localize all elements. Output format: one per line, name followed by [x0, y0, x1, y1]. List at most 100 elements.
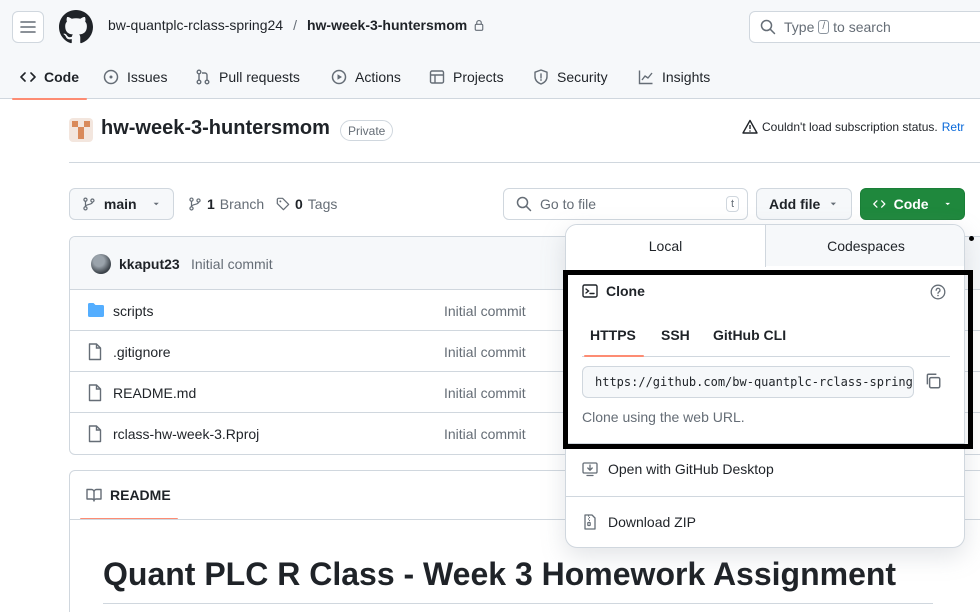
branch-name: main: [103, 196, 137, 212]
code-button[interactable]: Code: [860, 188, 965, 220]
tab-insights[interactable]: Insights: [638, 54, 710, 99]
breadcrumb-owner-link[interactable]: bw-quantplc-rclass-spring24: [108, 17, 283, 33]
book-icon: [86, 488, 102, 502]
clone-url-input[interactable]: https://github.com/bw-quantplc-rclass-sp…: [582, 366, 914, 398]
lock-icon: [473, 19, 485, 31]
desktop-download-icon: [582, 462, 598, 477]
tab-code-label: Code: [44, 68, 79, 85]
cursor-dot: [969, 236, 974, 241]
repo-nav: Code Issues Pull requests Actions Projec…: [0, 54, 980, 100]
file-icon: [88, 425, 102, 443]
branches-label: Branch: [219, 196, 265, 212]
menu-button[interactable]: [12, 11, 44, 43]
folder-icon: [88, 303, 104, 317]
chevron-down-icon: [153, 202, 159, 206]
download-zip-label: Download ZIP: [608, 514, 696, 530]
avatar[interactable]: [91, 254, 111, 274]
file-icon: [88, 343, 102, 361]
alert-icon: [742, 119, 758, 134]
tab-actions-label: Actions: [355, 68, 401, 85]
tags-label: Tags: [307, 196, 338, 212]
search-suffix: to search: [833, 19, 891, 35]
go-to-file-placeholder: Go to file: [540, 196, 597, 212]
branch-icon: [83, 197, 95, 211]
open-desktop-button[interactable]: Open with GitHub Desktop: [582, 461, 774, 477]
add-file-button[interactable]: Add file: [756, 188, 852, 220]
tab-https[interactable]: HTTPS: [590, 327, 636, 343]
file-icon: [88, 384, 102, 402]
global-header: bw-quantplc-rclass-spring24 / hw-week-3-…: [0, 0, 980, 54]
file-name[interactable]: README.md: [113, 385, 196, 401]
go-to-file-input[interactable]: Go to file t: [503, 188, 748, 220]
subscription-status: Couldn't load subscription status. Retr: [742, 119, 964, 135]
go-to-file-shortcut: t: [725, 196, 739, 212]
tab-codespaces[interactable]: Codespaces: [766, 225, 964, 266]
branches-count: 1: [207, 196, 215, 212]
tags-link[interactable]: 0 Tags: [276, 196, 337, 212]
code-icon: [873, 200, 886, 208]
global-search-input[interactable]: Type / to search: [749, 11, 980, 43]
copy-icon[interactable]: [924, 372, 942, 390]
popover-tabs: Local Codespaces: [566, 225, 964, 267]
file-commit-message[interactable]: Initial commit: [444, 344, 526, 360]
download-zip-button[interactable]: Download ZIP: [582, 514, 696, 530]
file-name[interactable]: scripts: [113, 303, 153, 319]
github-logo-icon[interactable]: [59, 10, 93, 44]
commit-message[interactable]: Initial commit: [191, 256, 273, 272]
repo-owner-avatar[interactable]: [69, 118, 93, 142]
protocol-active-indicator: [584, 355, 644, 357]
breadcrumb-separator: /: [293, 17, 297, 33]
issue-icon: [103, 69, 119, 84]
play-icon: [331, 69, 347, 84]
tab-github-cli[interactable]: GitHub CLI: [713, 327, 786, 343]
search-icon: [760, 19, 776, 35]
tab-actions[interactable]: Actions: [331, 54, 401, 99]
readme-heading: Quant PLC R Class - Week 3 Homework Assi…: [103, 556, 897, 592]
search-icon: [516, 196, 532, 212]
popover-divider: [566, 496, 964, 497]
file-commit-message[interactable]: Initial commit: [444, 426, 526, 442]
chevron-down-icon: [831, 202, 837, 206]
branches-link[interactable]: 1 Branch: [188, 196, 264, 212]
code-icon: [20, 71, 36, 82]
tab-security[interactable]: Security: [533, 54, 608, 99]
header-divider: [69, 162, 980, 163]
graph-icon: [638, 70, 653, 84]
tab-projects[interactable]: Projects: [429, 54, 504, 99]
readme-tab-label: README: [110, 487, 171, 503]
commit-author[interactable]: kkaput23: [119, 256, 180, 272]
code-button-label: Code: [893, 196, 929, 212]
hamburger-icon: [20, 21, 36, 33]
search-prefix: Type: [784, 19, 815, 35]
clone-title: Clone: [606, 283, 645, 299]
open-desktop-label: Open with GitHub Desktop: [608, 461, 774, 477]
retry-link[interactable]: Retr: [942, 120, 965, 134]
readme-heading-rule: [103, 603, 933, 604]
file-name[interactable]: rclass-hw-week-3.Rproj: [113, 426, 259, 442]
repo-title[interactable]: hw-week-3-huntersmom: [101, 117, 330, 140]
tags-count: 0: [295, 196, 303, 212]
question-icon[interactable]: [930, 284, 946, 300]
tab-code[interactable]: Code: [12, 54, 87, 100]
readme-tab[interactable]: README: [86, 487, 171, 503]
tab-security-label: Security: [557, 68, 608, 85]
breadcrumb-repo-link[interactable]: hw-week-3-huntersmom: [307, 17, 467, 33]
file-name[interactable]: .gitignore: [113, 344, 171, 360]
tab-issues[interactable]: Issues: [103, 54, 167, 99]
visibility-badge: Private: [340, 120, 394, 141]
file-commit-message[interactable]: Initial commit: [444, 385, 526, 401]
popover-divider: [566, 443, 964, 444]
file-commit-message[interactable]: Initial commit: [444, 303, 526, 319]
pull-request-icon: [196, 69, 210, 84]
tab-pull-requests-label: Pull requests: [219, 68, 300, 85]
branch-selector-button[interactable]: main: [69, 188, 174, 220]
tab-insights-label: Insights: [662, 68, 711, 85]
table-icon: [429, 69, 445, 84]
tab-pull-requests[interactable]: Pull requests: [195, 54, 300, 99]
tab-projects-label: Projects: [453, 68, 504, 85]
clone-heading: Clone: [582, 283, 645, 299]
terminal-icon: [582, 284, 598, 298]
tab-ssh[interactable]: SSH: [661, 327, 690, 343]
tab-local[interactable]: Local: [566, 225, 766, 267]
branch-icon: [189, 197, 201, 211]
